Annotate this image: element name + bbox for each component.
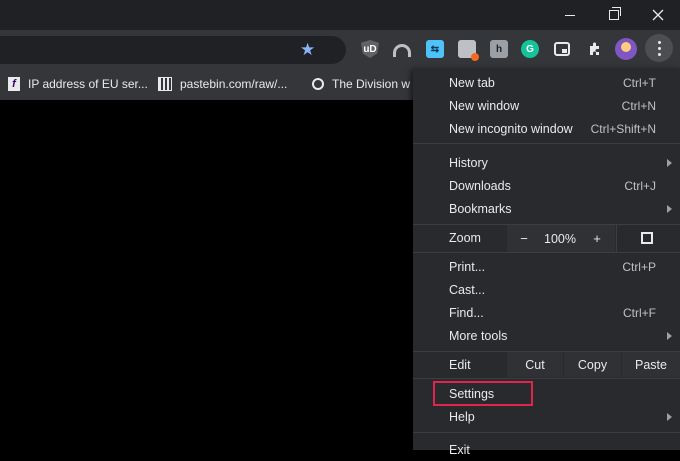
notification-dot: [471, 53, 479, 61]
menu-item-more-tools[interactable]: More tools: [413, 324, 680, 347]
menu-separator: [413, 252, 680, 253]
menu-item-label: More tools: [449, 328, 508, 343]
dot-icon: [657, 40, 661, 44]
edit-label: Edit: [449, 358, 471, 372]
zoom-label: Zoom: [449, 231, 481, 245]
menu-separator: [413, 378, 680, 379]
zoom-divider: [616, 225, 617, 252]
news-extension-icon[interactable]: [458, 40, 479, 61]
menu-item-new-incognito-window[interactable]: New incognito window Ctrl+Shift+N: [413, 117, 680, 140]
bookmark-label: IP address of EU ser...: [28, 77, 148, 91]
arc-extension-icon[interactable]: [393, 40, 411, 58]
menu-item-label: New window: [449, 98, 520, 113]
menu-item-label: New tab: [449, 75, 495, 90]
ublock-extension-icon[interactable]: uD: [361, 40, 379, 58]
menu-item-cast[interactable]: Cast...: [413, 278, 680, 301]
cut-button[interactable]: Cut: [507, 352, 563, 377]
minimize-icon: [565, 14, 575, 16]
menu-item-bookmarks[interactable]: Bookmarks: [413, 197, 680, 220]
copy-button[interactable]: Copy: [564, 352, 621, 377]
menu-item-new-window[interactable]: New window Ctrl+N: [413, 94, 680, 117]
title-bar: [0, 0, 680, 30]
dot-icon: [657, 46, 661, 50]
picture-in-picture-icon[interactable]: [554, 42, 570, 56]
menu-separator: [413, 432, 680, 433]
pastebin-icon: [158, 77, 172, 91]
menu-item-downloads[interactable]: Downloads Ctrl+J: [413, 174, 680, 197]
menu-item-label: Cast...: [449, 282, 486, 297]
shortcut-label: Ctrl+F: [623, 305, 656, 320]
bookmark-item[interactable]: f IP address of EU ser...: [8, 68, 148, 100]
menu-item-print[interactable]: Print... Ctrl+P: [413, 255, 680, 278]
shortcut-label: Ctrl+T: [623, 75, 656, 90]
menu-item-label: Downloads: [449, 178, 511, 193]
submenu-arrow-icon: [667, 204, 672, 213]
menu-item-label: Help: [449, 409, 475, 424]
paste-button[interactable]: Paste: [622, 352, 680, 377]
zoom-level: 100%: [541, 225, 579, 252]
menu-item-new-tab[interactable]: New tab Ctrl+T: [413, 71, 680, 94]
menu-item-label: Print...: [449, 259, 486, 274]
shortcut-label: Ctrl+P: [622, 259, 656, 274]
menu-item-label: Find...: [449, 305, 484, 320]
restore-icon: [609, 7, 621, 20]
zoom-out-button[interactable]: −: [507, 225, 541, 252]
settings-highlight-box: [433, 381, 533, 406]
menu-item-find[interactable]: Find... Ctrl+F: [413, 301, 680, 324]
grammarly-extension-icon[interactable]: G: [521, 40, 539, 58]
submenu-arrow-icon: [667, 331, 672, 340]
zoom-in-button[interactable]: +: [579, 225, 615, 252]
minimize-button[interactable]: [548, 0, 592, 30]
profile-avatar[interactable]: [615, 38, 637, 60]
menu-item-label: Bookmarks: [449, 201, 512, 216]
shortcut-label: Ctrl+J: [624, 178, 656, 193]
bookmark-label: The Division w: [332, 77, 411, 91]
toolbar: ★ uD ⇆ h G: [0, 30, 680, 68]
menu-item-help[interactable]: Help: [413, 405, 680, 428]
submenu-arrow-icon: [667, 158, 672, 167]
share-extension-icon[interactable]: ⇆: [426, 40, 444, 58]
bookmark-star-icon[interactable]: ★: [300, 41, 315, 59]
extensions-puzzle-icon[interactable]: [586, 40, 604, 58]
shortcut-label: Ctrl+Shift+N: [590, 121, 656, 136]
edit-row: Edit Cut Copy Paste: [413, 352, 680, 377]
menu-item-label: History: [449, 155, 488, 170]
shortcut-label: Ctrl+N: [621, 98, 656, 113]
bookmark-item[interactable]: pastebin.com/raw/...: [158, 68, 287, 100]
submenu-arrow-icon: [667, 412, 672, 421]
fullscreen-icon[interactable]: [641, 232, 653, 244]
address-bar[interactable]: ★: [0, 36, 346, 64]
h-extension-icon[interactable]: h: [490, 40, 508, 58]
menu-item-history[interactable]: History: [413, 151, 680, 174]
menu-separator: [413, 143, 680, 144]
bookmark-label: pastebin.com/raw/...: [180, 77, 288, 91]
menu-item-label: New incognito window: [449, 121, 573, 136]
f-icon: f: [8, 77, 20, 91]
close-icon: [652, 9, 664, 21]
dot-icon: [657, 52, 661, 56]
restore-button[interactable]: [592, 0, 636, 30]
menu-kebab-button[interactable]: [645, 34, 673, 62]
ubisoft-icon: [312, 78, 324, 90]
close-button[interactable]: [636, 0, 680, 30]
bookmark-item[interactable]: The Division w: [312, 68, 410, 100]
zoom-row: Zoom − 100% +: [413, 225, 680, 252]
